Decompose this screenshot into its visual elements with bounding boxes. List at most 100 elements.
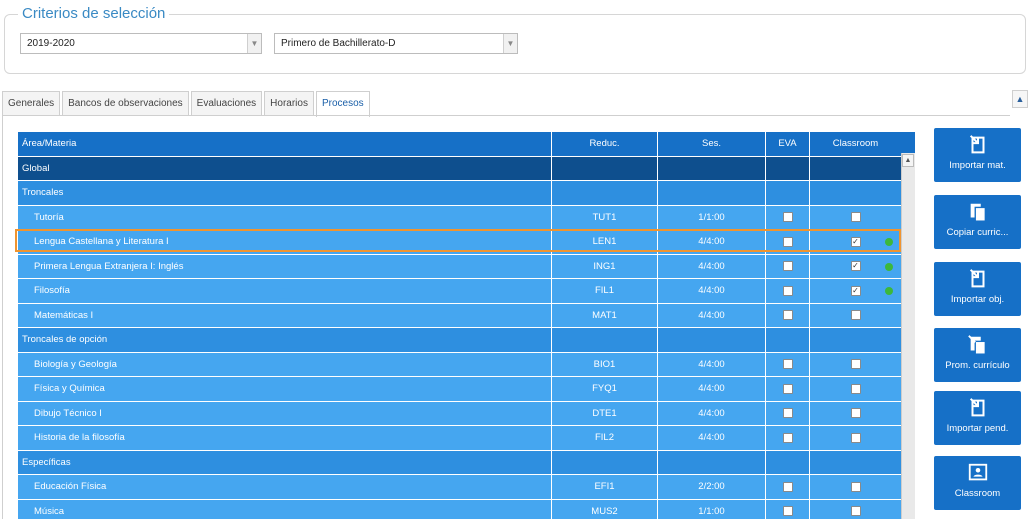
importar-mat-button[interactable]: Importar mat. — [934, 128, 1021, 182]
criteria-legend: Criterios de selección — [18, 5, 170, 22]
classroom-checkbox[interactable] — [850, 408, 861, 419]
tab-horarios[interactable]: Horarios — [264, 91, 314, 116]
empty-cell — [766, 156, 810, 180]
classroom-button[interactable]: Classroom — [934, 456, 1021, 510]
subject-sessions: 4/4:00 — [658, 303, 766, 327]
subject-row[interactable]: Filosofía FIL1 4/4:00 ✓ — [18, 279, 901, 304]
eva-checkbox[interactable] — [782, 383, 793, 394]
subject-row[interactable]: Primera Lengua Extranjera I: Inglés ING1 4… — [18, 254, 901, 279]
eva-checkbox[interactable] — [782, 506, 793, 517]
col-header-eva[interactable]: EVA — [766, 132, 810, 156]
empty-cell — [766, 450, 810, 474]
eva-checkbox[interactable] — [782, 408, 793, 419]
subject-name: Específicas — [18, 450, 552, 474]
eva-cell — [766, 303, 810, 327]
eva-cell — [766, 254, 810, 278]
group-select[interactable]: Primero de Bachillerato-D ▼ — [274, 33, 518, 54]
subject-name: Dibujo Técnico I — [18, 401, 552, 425]
subject-row[interactable]: Matemáticas I MAT1 4/4:00 — [18, 303, 901, 328]
subject-name: Tutoría — [18, 205, 552, 229]
subject-name: Matemáticas I — [18, 303, 552, 327]
classroom-checkbox[interactable] — [850, 359, 861, 370]
classroom-cell — [810, 304, 901, 328]
subject-name: Biología y Geología — [18, 352, 552, 376]
scroll-up-icon[interactable]: ▲ — [902, 154, 914, 167]
action-label: Importar obj. — [950, 294, 1005, 305]
subject-name: Música — [18, 499, 552, 519]
promote-icon — [967, 334, 989, 358]
empty-cell — [810, 328, 901, 352]
classroom-checkbox[interactable] — [850, 432, 861, 443]
subject-row[interactable]: Dibujo Técnico I DTE1 4/4:00 — [18, 401, 901, 426]
classroom-cell — [810, 402, 901, 426]
importar-pend-button[interactable]: Importar pend. — [934, 391, 1021, 445]
classroom-icon — [967, 462, 989, 486]
classroom-cell — [810, 377, 901, 401]
subject-name: Troncales de opción — [18, 328, 552, 352]
collapse-icon[interactable]: ▲ — [1012, 90, 1028, 108]
chevron-down-icon[interactable]: ▼ — [247, 34, 261, 53]
classroom-checkbox[interactable] — [850, 506, 861, 517]
subject-sessions: 4/4:00 — [658, 254, 766, 278]
tab-bancos-observaciones[interactable]: Bancos de observaciones — [62, 91, 189, 116]
eva-cell — [766, 205, 810, 229]
subject-reduc: MUS2 — [552, 499, 658, 519]
import-icon — [967, 397, 989, 421]
subject-row[interactable]: Música MUS2 1/1:00 — [18, 499, 901, 519]
tab-generales[interactable]: Generales — [2, 91, 61, 116]
classroom-checkbox[interactable] — [850, 310, 861, 321]
empty-cell — [552, 181, 658, 205]
eva-checkbox[interactable] — [782, 285, 793, 296]
subject-name: Historia de la filosofía — [18, 426, 552, 450]
col-header-area[interactable]: Área/Materia — [18, 132, 552, 156]
classroom-cell: ✓ — [810, 255, 901, 279]
eva-checkbox[interactable] — [782, 212, 793, 223]
eva-cell — [766, 401, 810, 425]
subject-reduc: FIL2 — [552, 426, 658, 450]
grid-scrollbar[interactable] — [901, 132, 915, 519]
subject-row[interactable]: Tutoría TUT1 1/1:00 — [18, 205, 901, 230]
group-row[interactable]: Específicas — [18, 450, 901, 475]
subject-row[interactable]: Física y Química FYQ1 4/4:00 — [18, 377, 901, 402]
subject-sessions: 4/4:00 — [658, 426, 766, 450]
prom-currículo-button[interactable]: Prom. currículo — [934, 328, 1021, 382]
subject-row[interactable]: Biología y Geología BIO1 4/4:00 — [18, 352, 901, 377]
subject-name: Física y Química — [18, 377, 552, 401]
col-header-reduc[interactable]: Reduc. — [552, 132, 658, 156]
group-row[interactable]: Troncales de opción — [18, 328, 901, 353]
subject-sessions: 1/1:00 — [658, 499, 766, 519]
subject-row[interactable]: Historia de la filosofía FIL2 4/4:00 — [18, 426, 901, 451]
eva-checkbox[interactable] — [782, 359, 793, 370]
classroom-checkbox[interactable] — [850, 481, 861, 492]
group-row[interactable]: Troncales — [18, 181, 901, 206]
col-header-ses[interactable]: Ses. — [658, 132, 766, 156]
classroom-checkbox[interactable] — [850, 212, 861, 223]
action-label: Copiar curric... — [946, 227, 1009, 238]
subject-row[interactable]: Educación Física EFI1 2/2:00 — [18, 475, 901, 500]
eva-checkbox[interactable] — [782, 261, 793, 272]
importar-obj-button[interactable]: Importar obj. — [934, 262, 1021, 316]
col-header-classroom[interactable]: Classroom — [810, 132, 901, 156]
empty-cell — [552, 156, 658, 180]
global-row[interactable]: Global — [18, 156, 901, 181]
eva-checkbox[interactable] — [782, 310, 793, 321]
classroom-checkbox[interactable]: ✓ — [850, 285, 861, 296]
copy-icon — [967, 201, 989, 225]
tab-procesos[interactable]: Procesos — [315, 91, 370, 117]
scrollbar-header-corner — [901, 132, 915, 153]
subject-sessions: 1/1:00 — [658, 205, 766, 229]
subject-name: Primera Lengua Extranjera I: Inglés — [18, 254, 552, 278]
eva-checkbox[interactable] — [782, 481, 793, 492]
year-select[interactable]: 2019-2020 ▼ — [20, 33, 262, 54]
classroom-checkbox[interactable] — [850, 383, 861, 394]
classroom-cell: ✓ — [810, 279, 901, 303]
chevron-down-icon[interactable]: ▼ — [503, 34, 517, 53]
classroom-cell — [810, 475, 901, 499]
selected-row-highlight — [15, 229, 901, 252]
copiar-curric-button[interactable]: Copiar curric... — [934, 195, 1021, 249]
tab-evaluaciones[interactable]: Evaluaciones — [190, 91, 263, 116]
eva-checkbox[interactable] — [782, 432, 793, 443]
classroom-cell — [810, 206, 901, 230]
classroom-checkbox[interactable]: ✓ — [850, 261, 861, 272]
import-icon — [967, 268, 989, 292]
